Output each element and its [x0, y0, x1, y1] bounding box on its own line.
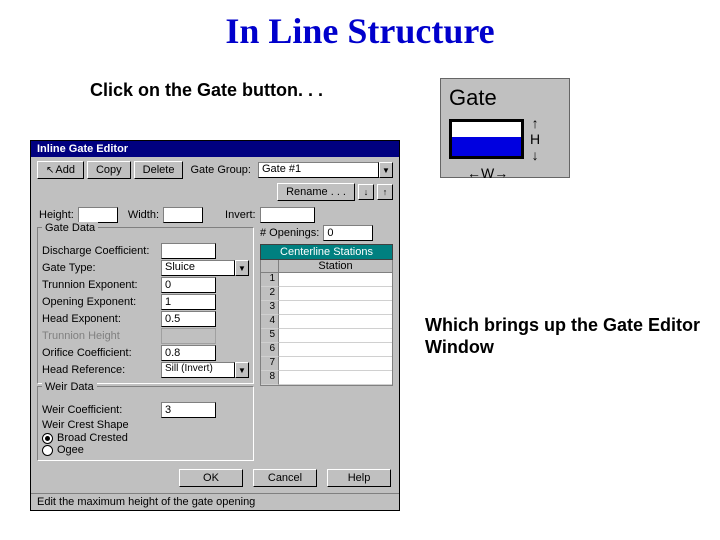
station-cell[interactable]: [279, 371, 392, 385]
head-exponent-input[interactable]: [161, 311, 216, 327]
row-header: 7: [261, 357, 279, 371]
width-input[interactable]: [163, 207, 203, 223]
gate-diagram-icon: [449, 119, 524, 159]
station-cell[interactable]: [279, 287, 392, 301]
radio-ogee[interactable]: Ogee: [42, 444, 249, 456]
ok-button[interactable]: OK: [179, 469, 243, 487]
station-cell[interactable]: [279, 315, 392, 329]
trunnion-height-input-disabled: [161, 328, 216, 344]
head-reference-dropdown-arrow[interactable]: ▼: [235, 362, 249, 378]
station-cell[interactable]: [279, 329, 392, 343]
weir-coef-label: Weir Coefficient:: [42, 404, 157, 416]
cancel-button[interactable]: Cancel: [253, 469, 317, 487]
gate-group-dropdown-arrow[interactable]: ▼: [379, 162, 393, 178]
caption-click: Click on the Gate button. . .: [90, 80, 323, 101]
discharge-coef-label: Discharge Coefficient:: [42, 245, 157, 257]
row-header: 1: [261, 273, 279, 287]
move-down-button[interactable]: ↓: [358, 184, 374, 200]
centerline-stations-header: Centerline Stations: [260, 244, 393, 260]
radio-dot-icon: [42, 433, 53, 444]
slide-title: In Line Structure: [0, 0, 720, 52]
stations-grid[interactable]: 1 2 3 4 5 6 7 8: [260, 273, 393, 386]
head-reference-label: Head Reference:: [42, 364, 157, 376]
trunnion-exponent-label: Trunnion Exponent:: [42, 279, 157, 291]
gate-icon-label: Gate: [449, 85, 561, 111]
orifice-coef-input[interactable]: [161, 345, 216, 361]
gate-toolbar-button[interactable]: Gate ↑ H ↓ ←W→: [440, 78, 570, 178]
height-label: Height:: [39, 209, 74, 221]
orifice-coef-label: Orifice Coefficient:: [42, 347, 157, 359]
station-cell[interactable]: [279, 343, 392, 357]
add-button[interactable]: ↖Add: [37, 161, 84, 179]
radio-broad-crested[interactable]: Broad Crested: [42, 432, 249, 444]
invert-label: Invert:: [225, 209, 256, 221]
title-bar: Inline Gate Editor: [31, 141, 399, 157]
station-cell[interactable]: [279, 357, 392, 371]
gate-type-label: Gate Type:: [42, 262, 157, 274]
openings-input[interactable]: [323, 225, 373, 241]
head-exponent-label: Head Exponent:: [42, 313, 157, 325]
inline-gate-editor-window: Inline Gate Editor ↖Add Copy Delete Gate…: [30, 140, 400, 511]
weir-data-group: Weir Data Weir Coefficient: Weir Crest S…: [37, 386, 254, 461]
gate-type-dropdown-arrow[interactable]: ▼: [235, 260, 249, 276]
opening-exponent-input[interactable]: [161, 294, 216, 310]
width-label: Width:: [128, 209, 159, 221]
invert-input[interactable]: [260, 207, 315, 223]
rename-button[interactable]: Rename . . .: [277, 183, 355, 201]
weir-data-group-title: Weir Data: [42, 381, 97, 393]
copy-button[interactable]: Copy: [87, 161, 131, 179]
head-reference-combo[interactable]: Sill (Invert): [161, 362, 235, 378]
row-header: 8: [261, 371, 279, 385]
row-header: 6: [261, 343, 279, 357]
discharge-coef-input[interactable]: [161, 243, 216, 259]
delete-button[interactable]: Delete: [134, 161, 184, 179]
trunnion-height-label: Trunnion Height: [42, 330, 157, 342]
row-header: 5: [261, 329, 279, 343]
gate-type-combo[interactable]: Sluice: [161, 260, 235, 276]
row-header: 4: [261, 315, 279, 329]
move-up-button[interactable]: ↑: [377, 184, 393, 200]
status-bar: Edit the maximum height of the gate open…: [31, 493, 399, 510]
gate-group-combo[interactable]: Gate #1: [258, 162, 379, 178]
gate-data-group-title: Gate Data: [42, 222, 98, 234]
station-column-header: Station: [279, 260, 392, 272]
station-cell[interactable]: [279, 273, 392, 287]
row-header: 3: [261, 301, 279, 315]
help-button[interactable]: Help: [327, 469, 391, 487]
gate-data-group: Gate Data Discharge Coefficient: Gate Ty…: [37, 227, 254, 384]
trunnion-exponent-input[interactable]: [161, 277, 216, 293]
opening-exponent-label: Opening Exponent:: [42, 296, 157, 308]
weir-crest-shape-label: Weir Crest Shape: [42, 419, 157, 431]
gate-width-dimension: ←W→: [467, 165, 561, 181]
height-input[interactable]: [78, 207, 118, 223]
caption-result: Which brings up the Gate Editor Window: [425, 315, 720, 358]
station-cell[interactable]: [279, 301, 392, 315]
row-header: 2: [261, 287, 279, 301]
gate-group-label: Gate Group:: [186, 164, 255, 176]
radio-dot-icon: [42, 445, 53, 456]
gate-height-dimension: ↑ H ↓: [530, 115, 540, 163]
cursor-icon: ↖: [46, 165, 54, 176]
openings-label: # Openings:: [260, 227, 319, 239]
weir-coef-input[interactable]: [161, 402, 216, 418]
